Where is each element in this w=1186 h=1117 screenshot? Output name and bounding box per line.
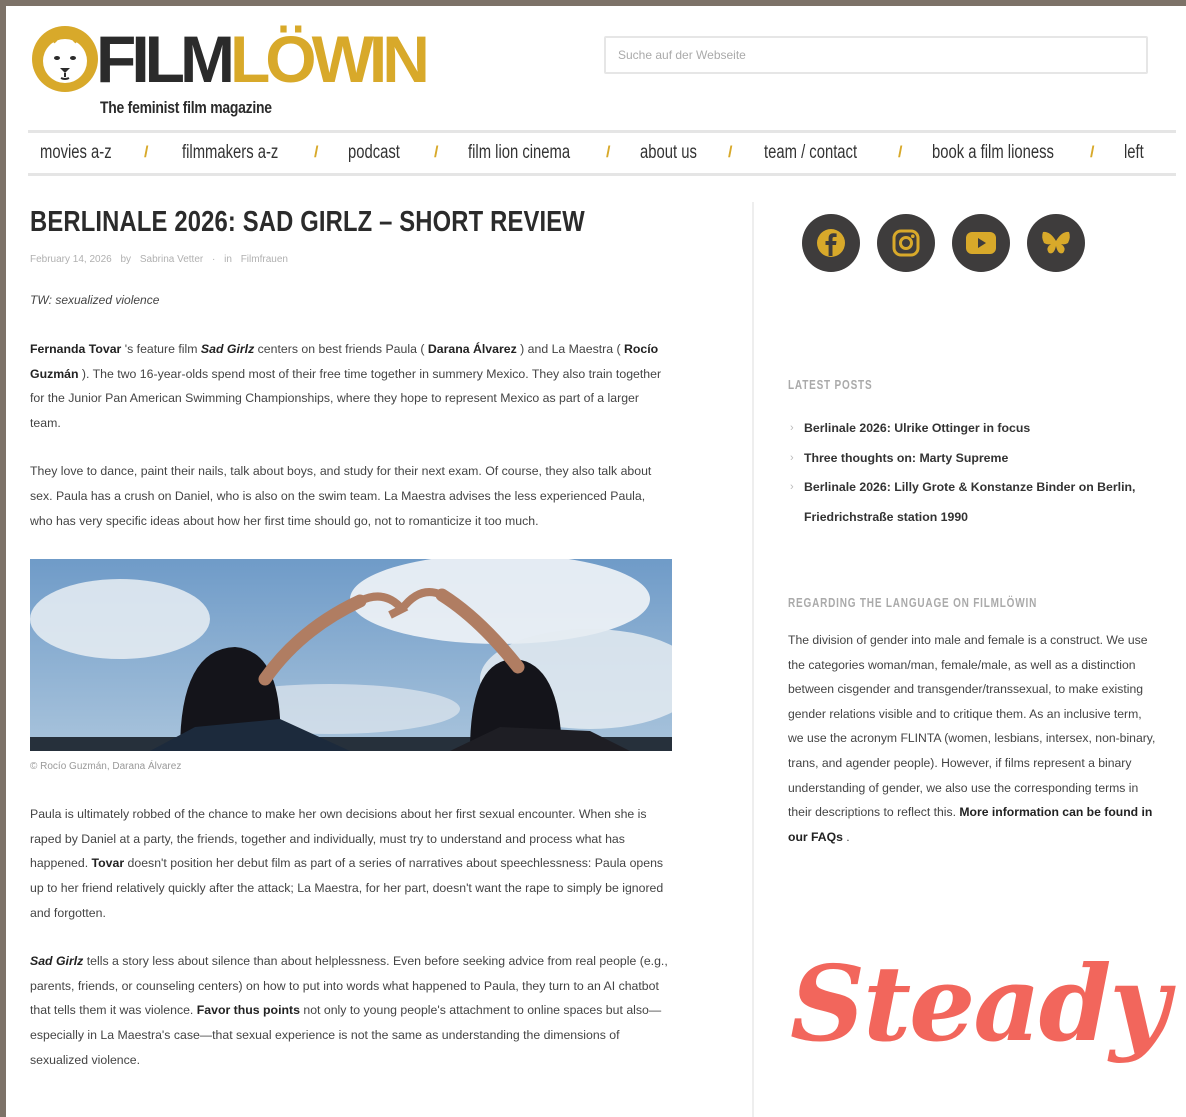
meta-in: in (224, 254, 232, 265)
meta-dot: · (212, 254, 216, 265)
trigger-warning: TW: sexualized violence (30, 293, 160, 307)
meta-by: by (120, 254, 132, 265)
article: BERLINALE 2026: SAD GIRLZ – SHORT REVIEW… (30, 202, 680, 1072)
director-link[interactable]: Tovar (92, 856, 125, 870)
latest-posts-heading: LATEST POSTS (788, 378, 873, 392)
article-author[interactable]: Sabrina Vetter (140, 254, 203, 265)
social-links (802, 214, 1102, 272)
logo-wordmark: FILMLÖWIN (96, 22, 430, 96)
latest-posts: LATEST POSTS › Berlinale 2026: Ulrike Ott… (788, 378, 1158, 532)
latest-post-item[interactable]: › Berlinale 2026: Lilly Grote & Konstanze… (788, 473, 1158, 532)
nav-separator: / (314, 144, 319, 161)
actor-link[interactable]: Darana Álvarez (428, 342, 517, 356)
butterfly-icon (1042, 231, 1070, 254)
nav-separator: / (606, 144, 611, 161)
youtube-button[interactable] (952, 214, 1010, 272)
facebook-icon (817, 229, 845, 257)
image-caption: © Rocío Guzmán, Darana Álvarez (30, 761, 182, 773)
nav-separator: / (1090, 144, 1095, 161)
article-category[interactable]: Filmfrauen (241, 254, 288, 265)
highlight-link[interactable]: Favor thus points (197, 1003, 300, 1017)
nav-item-left[interactable]: left (1124, 142, 1155, 164)
nav-item-about-us[interactable]: about us (640, 142, 709, 164)
language-note-heading: REGARDING THE LANGUAGE ON FILMLÖWIN (788, 596, 1038, 610)
main-nav: movies a-z / filmmakers a-z / podcast / … (28, 130, 1176, 176)
nav-separator: / (898, 144, 903, 161)
article-paragraph: They love to dance, paint their nails, t… (30, 464, 652, 528)
nav-item-book-film-lioness[interactable]: book a film lioness (932, 142, 1055, 164)
page: FILMLÖWIN The feminist film magazine mov… (6, 6, 1186, 1117)
film-title: Sad Girlz (30, 954, 84, 969)
logo-tagline: The feminist film magazine (100, 98, 272, 117)
nav-item-film-lion-cinema[interactable]: film lion cinema (468, 142, 576, 164)
lion-logo-icon (32, 26, 98, 92)
facebook-button[interactable] (802, 214, 860, 272)
instagram-button[interactable] (877, 214, 935, 272)
nav-separator: / (728, 144, 733, 161)
nav-item-movies[interactable]: movies a-z (40, 142, 121, 164)
article-title: BERLINALE 2026: SAD GIRLZ – SHORT REVIEW (30, 206, 585, 238)
article-paragraph: Fernanda Tovar 's feature film Sad Girlz… (30, 342, 662, 430)
language-note: REGARDING THE LANGUAGE ON FILMLÖWIN The … (788, 596, 1158, 849)
article-paragraph: Paula is ultimately robbed of the chance… (30, 807, 664, 920)
latest-post-item[interactable]: › Three thoughts on: Marty Supreme (788, 444, 1158, 474)
steady-logo[interactable]: Steady (790, 934, 1170, 1074)
youtube-icon (966, 232, 996, 254)
article-meta: February 14, 2026 by Sabrina Vetter · in… (30, 254, 680, 265)
article-image[interactable] (30, 559, 672, 752)
instagram-icon (892, 229, 920, 257)
still-image (30, 559, 672, 752)
film-title: Sad Girlz (200, 342, 255, 356)
article-date[interactable]: February 14, 2026 (30, 254, 112, 265)
nav-item-team-contact[interactable]: team / contact (764, 142, 869, 164)
site-logo[interactable]: FILMLÖWIN The feminist film magazine (30, 18, 460, 118)
language-note-text: The division of gender into male and fem… (788, 633, 1156, 844)
nav-item-filmmakers[interactable]: filmmakers a-z (182, 142, 285, 164)
article-paragraph: Sad Girlz tells a story less about silen… (30, 954, 668, 1067)
bluesky-button[interactable] (1027, 214, 1085, 272)
column-divider (752, 202, 754, 1117)
search-input[interactable] (604, 36, 1148, 74)
latest-post-item[interactable]: › Berlinale 2026: Ulrike Ottinger in focu… (788, 414, 1158, 444)
director-link[interactable]: Fernanda Tovar (30, 342, 121, 356)
nav-item-podcast[interactable]: podcast (348, 142, 415, 164)
nav-separator: / (434, 144, 439, 161)
nav-separator: / (144, 144, 149, 161)
